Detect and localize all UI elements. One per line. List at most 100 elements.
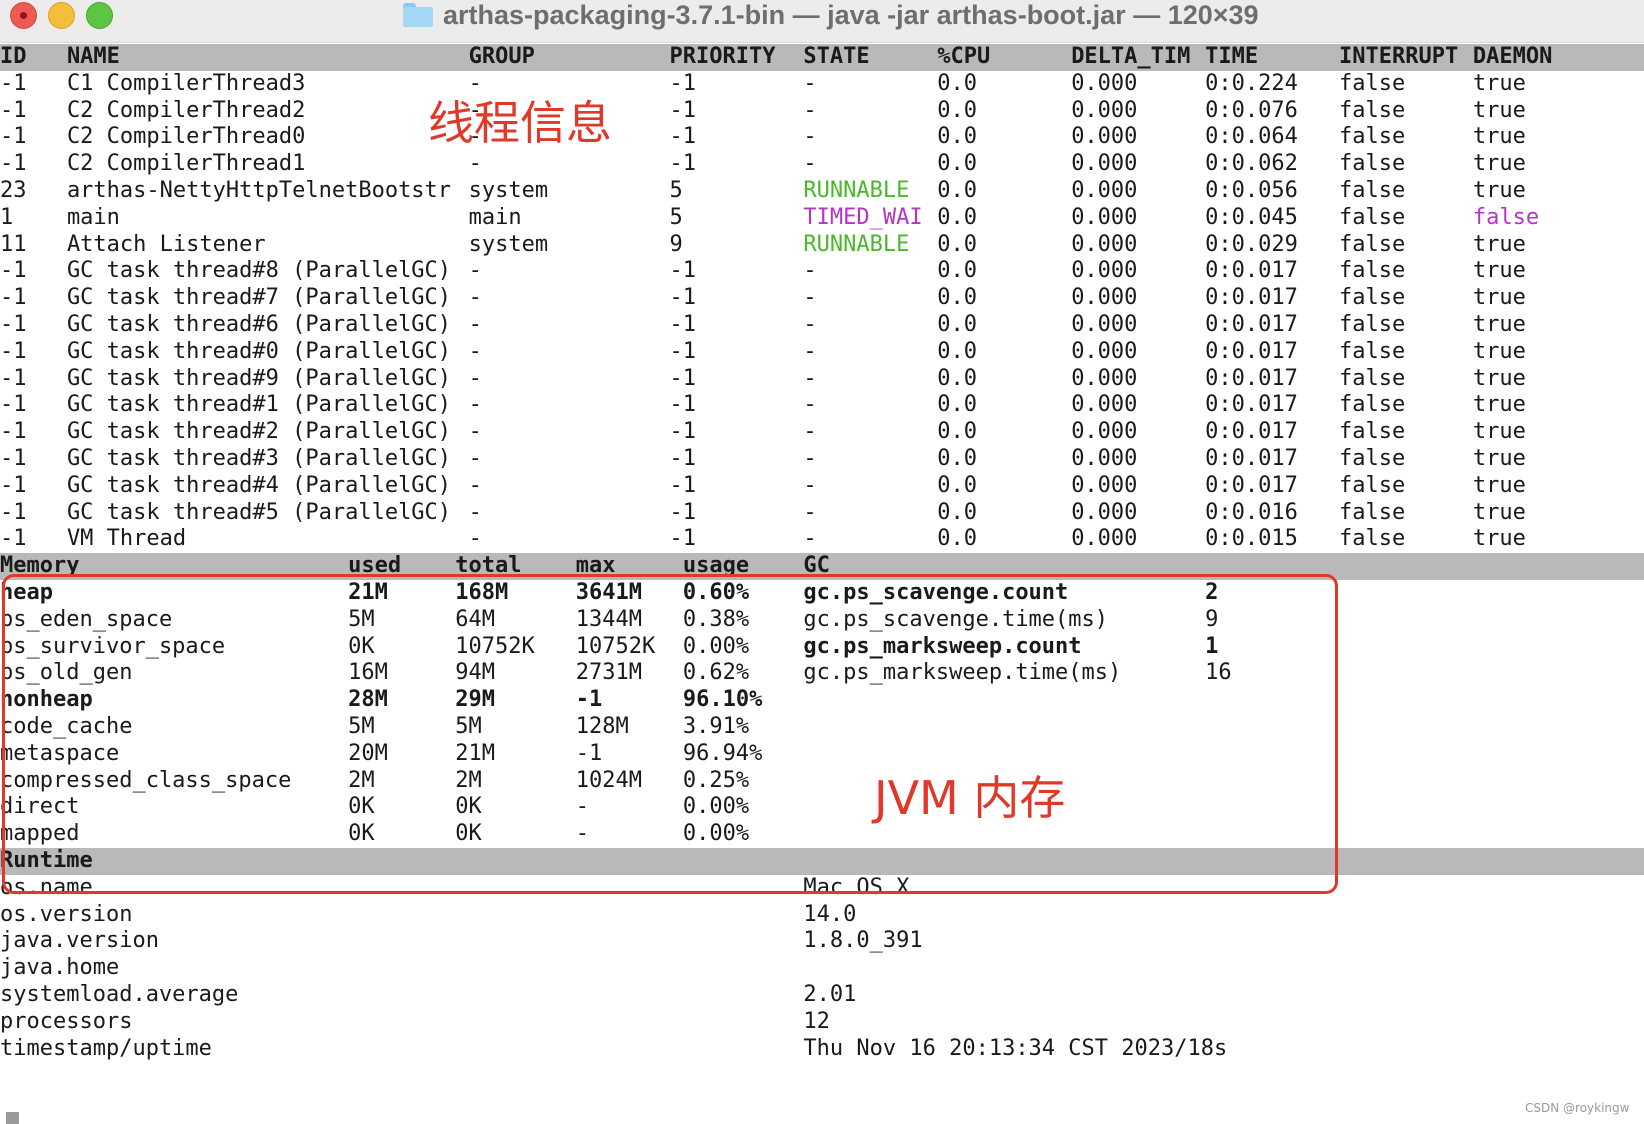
thread-cpu-cell: 0.0 [937,124,978,150]
thread-daemon-cell: false [1472,204,1540,230]
thread-interrupt-cell: false [1339,151,1406,177]
thread-interrupt-cell: false [1339,499,1406,525]
thread-interrupt-cell: false [1339,258,1406,284]
memory-row: mapped 0K 0K - 0.00% [0,821,1644,848]
thread-time-cell: 0:0.056 [1205,178,1298,203]
thread-row: -1 GC task thread#4 (ParallelGC) - -1-0.0 0.… [0,473,1644,500]
thread-time-cell: 0:0.076 [1205,97,1298,123]
thread-daemon-cell: true [1472,178,1526,203]
thread-priority-cell: -1 [669,70,697,96]
memory-row: heap 21M 168M 3641M 0.60% gc.ps_scavenge.coun… [0,580,1644,607]
thread-name-cell: C1 CompilerThread3 [66,70,306,96]
thread-cpu-cell: 0.0 [937,151,978,177]
memory-used-cell: 5M [348,606,375,632]
thread-priority-cell: -1 [669,151,697,177]
thread-name-cell: C2 CompilerThread2 [66,97,306,123]
thread-daemon-cell: true [1472,231,1526,257]
thread-state-cell: - [803,472,817,498]
thread-interrupt-cell: false [1339,526,1406,552]
runtime-row: processors 12 [0,1009,1644,1036]
thread-group-cell: system [468,231,549,257]
thread-cpu-cell: 0.0 [937,178,978,203]
memory-total-cell: 10752K [455,633,535,659]
memory-total-cell: 5M [455,714,482,739]
window-titlebar: arthas-packaging-3.7.1-bin — java -jar a… [0,0,1644,43]
thread-id-cell: -1 [0,526,27,552]
thread-delta-cell: 0.000 [1071,124,1138,150]
thread-group-cell: main [468,204,522,230]
thread-delta-cell: 0.000 [1071,446,1138,471]
memory-total-cell: 64M [455,606,495,632]
thread-delta-cell: 0.000 [1071,97,1138,123]
thread-group-cell: - [468,365,482,391]
thread-priority-cell: 5 [669,178,683,203]
thread-row: -1 C2 CompilerThread0- -1-0.0 0.000 0:0.064 f… [0,124,1644,151]
thread-name-cell: C2 CompilerThread1 [66,151,306,177]
memory-max-cell: 128M [575,714,629,739]
thread-group-cell: - [468,526,482,552]
thread-cpu-cell: 0.0 [937,70,978,96]
thread-state-cell: - [803,151,817,177]
thread-group-cell: - [468,392,482,418]
thread-time-cell: 0:0.017 [1205,419,1298,445]
thread-daemon-cell: true [1472,338,1526,364]
thread-row: -1 GC task thread#0 (ParallelGC) - -1-0.0 0.… [0,339,1644,366]
minimize-button[interactable] [48,2,75,29]
thread-cpu-cell: 0.0 [937,526,978,552]
thread-table-header: ID NAME GROUP PRIORITY STATE %CPU DELTA_TIM TIM… [0,44,1644,71]
memory-used-cell: 0K [348,633,375,659]
memory-total-cell: 0K [455,794,482,820]
thread-interrupt-cell: false [1339,124,1406,150]
memory-usage-cell: 0.00% [682,794,750,820]
thread-group-cell: - [468,446,482,471]
memory-row: ps_survivor_space 0K 10752K 10752K 0.00% gc.p… [0,634,1644,661]
thread-row: 23 arthas-NettyHttpTelnetBootstr system 5 RU… [0,178,1644,205]
thread-group-cell: - [468,338,482,364]
thread-id-cell: -1 [0,285,27,311]
thread-state-cell: - [803,446,817,471]
thread-interrupt-cell: false [1339,338,1406,364]
thread-group-cell: - [468,472,482,498]
gc-metric-value: 16 [1205,660,1232,686]
thread-state-cell: - [803,365,817,391]
thread-priority-cell: 5 [669,204,683,230]
thread-time-cell: 0:0.224 [1205,70,1298,96]
memory-max-cell: - [575,794,590,820]
memory-usage-cell: 3.91% [682,714,750,739]
memory-name-cell: metaspace [0,740,120,766]
thread-name-cell: GC task thread#8 (ParallelGC) [66,258,452,284]
close-button[interactable] [10,2,37,29]
thread-daemon-cell: true [1472,97,1526,123]
folder-icon [403,3,433,27]
memory-used-cell: 16M [348,660,388,686]
thread-priority-cell: -1 [669,526,697,552]
memory-used-cell: 0K [348,821,375,847]
memory-max-cell: - [575,821,590,847]
thread-col-interrupt: INTERRUPT [1339,44,1459,69]
memory-usage-cell: 96.10% [682,687,763,713]
thread-interrupt-cell: false [1339,472,1406,498]
thread-delta-cell: 0.000 [1071,178,1138,203]
thread-priority-cell: -1 [669,338,697,364]
thread-priority-cell: -1 [669,365,697,391]
thread-priority-cell: 9 [669,231,683,257]
maximize-button[interactable] [86,2,113,29]
memory-usage-cell: 0.00% [682,633,750,659]
thread-interrupt-cell: false [1339,419,1406,445]
thread-id-cell: -1 [0,124,27,150]
runtime-header: Runtime [0,848,1644,875]
thread-state-cell: - [803,258,817,284]
memory-col-usage: usage [682,553,750,579]
thread-col-delta: DELTA_TIM [1071,44,1191,69]
runtime-row: systemload.average 2.01 [0,982,1644,1009]
thread-interrupt-cell: false [1339,365,1406,391]
gc-metric-value: 9 [1205,606,1219,632]
memory-name-cell: code_cache [0,714,133,739]
thread-name-cell: arthas-NettyHttpTelnetBootstr [66,178,452,203]
thread-cpu-cell: 0.0 [937,204,978,230]
thread-daemon-cell: true [1472,124,1526,150]
thread-row: -1 C2 CompilerThread2- -1-0.0 0.000 0:0.076 f… [0,98,1644,125]
terminal-content[interactable]: ID NAME GROUP PRIORITY STATE %CPU DELTA_TIM TIM… [0,42,1644,1124]
thread-cpu-cell: 0.0 [937,231,978,257]
thread-priority-cell: -1 [669,419,697,445]
